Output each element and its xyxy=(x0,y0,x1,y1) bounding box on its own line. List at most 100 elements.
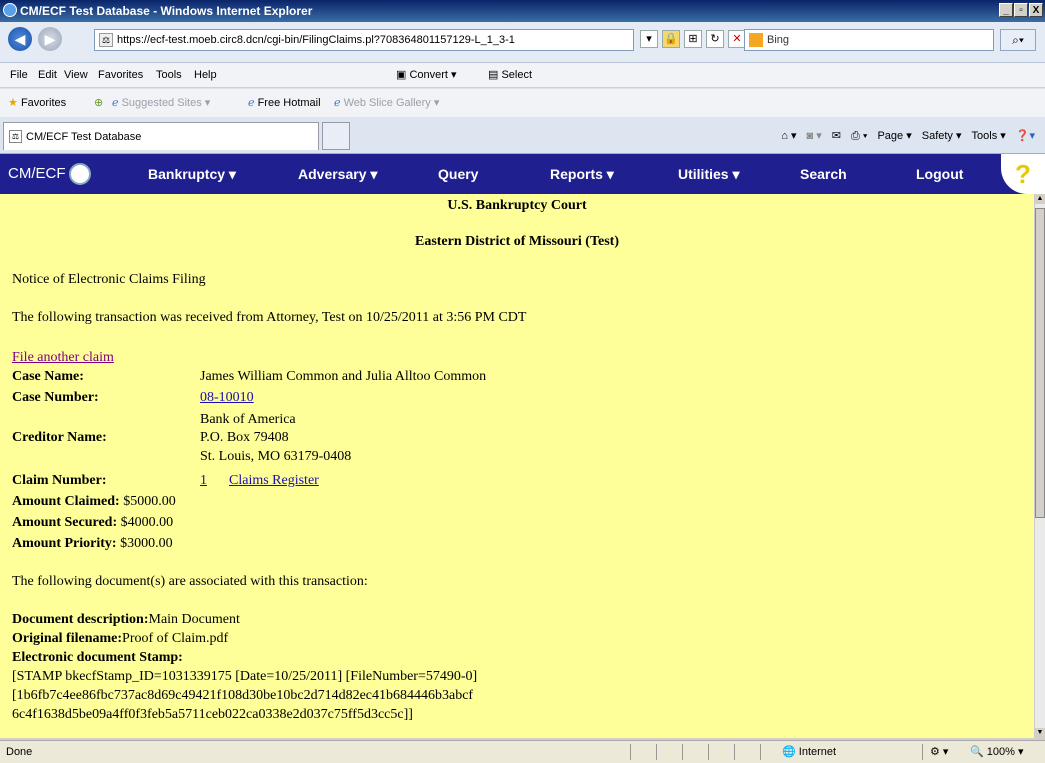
amount-claimed-value: $5000.00 xyxy=(123,494,176,509)
claim-number-link[interactable]: 1 xyxy=(200,473,207,489)
amount-secured-label: Amount Secured: xyxy=(12,515,118,530)
status-divider xyxy=(630,744,631,760)
select-button[interactable]: ▤ Select xyxy=(488,63,532,87)
amount-claimed-label: Amount Claimed: xyxy=(12,494,120,509)
convert-button[interactable]: ▣ Convert ▾ xyxy=(396,63,457,87)
free-hotmail-label: Free Hotmail xyxy=(257,97,321,109)
window-controls: _ ▫ X xyxy=(999,3,1043,17)
refresh-icon[interactable]: ↻ xyxy=(706,30,724,48)
amount-claimed-row: Amount Claimed: $5000.00 xyxy=(12,494,176,510)
scrollbar-thumb[interactable] xyxy=(1035,208,1045,518)
original-filename-row: Original filename:Proof of Claim.pdf xyxy=(12,631,228,647)
amount-secured-row: Amount Secured: $4000.00 xyxy=(12,515,173,531)
ie-icon xyxy=(3,3,17,17)
search-button[interactable]: ⌕▾ xyxy=(1000,29,1036,51)
add-favorite-icon[interactable]: ⊕ xyxy=(94,89,103,117)
amount-priority-label: Amount Priority: xyxy=(12,536,117,551)
favorites-item-free-hotmail[interactable]: ℯ Free Hotmail xyxy=(248,89,321,117)
scroll-up-icon[interactable]: ▲ xyxy=(1035,194,1045,204)
ie-link-icon: ℯ xyxy=(112,97,119,109)
file-another-claim-link[interactable]: File another claim xyxy=(12,350,114,366)
compatibility-icon[interactable]: ⊞ xyxy=(684,30,702,48)
case-number-link[interactable]: 08-10010 xyxy=(200,390,254,406)
menu-help[interactable]: Help xyxy=(194,63,217,87)
vertical-scrollbar[interactable]: ▲ ▼ xyxy=(1034,194,1045,738)
forward-button[interactable]: ▶ xyxy=(38,27,62,51)
page-content: U.S. Bankruptcy Court Eastern District o… xyxy=(0,194,1034,738)
feeds-icon[interactable]: ◙ ▾ xyxy=(807,127,822,145)
nav-reports[interactable]: Reports ▾ xyxy=(550,154,614,194)
url-input[interactable]: ⚖ https://ecf-test.moeb.circ8.dcn/cgi-bi… xyxy=(94,29,634,51)
case-number-label: Case Number: xyxy=(12,390,99,405)
status-divider xyxy=(656,744,657,760)
documents-intro: The following document(s) are associated… xyxy=(12,574,368,589)
nav-adversary[interactable]: Adversary ▾ xyxy=(298,154,377,194)
status-bar: Done 🌐 Internet ⚙ ▾ 🔍 100% ▾ xyxy=(0,740,1045,763)
menu-edit[interactable]: Edit xyxy=(38,63,57,87)
favorites-item-web-slice-gallery[interactable]: ℯ Web Slice Gallery ▾ xyxy=(334,89,439,117)
help-icon[interactable]: ❓▾ xyxy=(1016,127,1035,145)
stamp-line: [STAMP bkecfStamp_ID=1031339175 [Date=10… xyxy=(12,669,478,684)
dropdown-arrow-icon[interactable]: ▾ xyxy=(640,30,658,48)
menu-file[interactable]: File xyxy=(10,63,28,87)
lock-icon[interactable]: 🔒 xyxy=(662,30,680,48)
nav-bankruptcy[interactable]: Bankruptcy ▾ xyxy=(148,154,236,194)
menu-tools[interactable]: Tools xyxy=(156,63,182,87)
nav-logout[interactable]: Logout xyxy=(916,154,963,194)
amount-priority-value: $3000.00 xyxy=(120,536,173,551)
menu-favorites[interactable]: Favorites xyxy=(98,63,143,87)
cmecf-logo: CM/ECF xyxy=(8,154,91,194)
logo-text: CM/ECF xyxy=(8,165,66,182)
url-text: https://ecf-test.moeb.circ8.dcn/cgi-bin/… xyxy=(117,34,515,46)
help-question-icon[interactable]: ? xyxy=(1001,154,1045,194)
district-heading: Eastern District of Missouri (Test) xyxy=(414,234,619,249)
status-divider xyxy=(922,744,923,760)
status-text: Done xyxy=(6,746,33,758)
notice-title: Notice of Electronic Claims Filing xyxy=(12,272,206,287)
page-menu[interactable]: Page ▾ xyxy=(877,127,911,145)
address-bar: ◀ ▶ ⚖ https://ecf-test.moeb.circ8.dcn/cg… xyxy=(0,22,1045,63)
original-filename-label: Original filename: xyxy=(12,631,123,646)
scroll-down-icon[interactable]: ▼ xyxy=(1035,728,1045,738)
nav-utilities[interactable]: Utilities ▾ xyxy=(678,154,739,194)
favorites-button[interactable]: ★ Favorites xyxy=(8,89,66,117)
security-zone: 🌐 Internet xyxy=(782,741,836,763)
mail-icon[interactable]: ✉ xyxy=(832,127,841,145)
logo-seal-icon xyxy=(68,163,91,186)
creditor-line: St. Louis, MO 63179-0408 xyxy=(200,449,352,464)
tools-menu[interactable]: Tools ▾ xyxy=(972,127,1006,145)
favorites-item-suggested-sites[interactable]: ℯ Suggested Sites ▾ xyxy=(112,89,210,117)
star-icon: ★ xyxy=(8,97,18,109)
back-button[interactable]: ◀ xyxy=(8,27,32,51)
minimize-button[interactable]: _ xyxy=(999,3,1013,17)
close-window-button[interactable]: X xyxy=(1029,3,1043,17)
creditor-line: P.O. Box 79408 xyxy=(200,430,289,445)
protected-mode-icon[interactable]: ⚙ ▾ xyxy=(930,741,948,763)
new-tab-button[interactable] xyxy=(322,122,350,150)
transaction-text: The following transaction was received f… xyxy=(12,310,527,325)
tab-cm-ecf-test-database[interactable]: ⚖ CM/ECF Test Database xyxy=(3,122,319,150)
claims-register-link[interactable]: Claims Register xyxy=(229,473,319,489)
window-title-bar: CM/ECF Test Database - Windows Internet … xyxy=(0,0,1045,22)
creditor-name-label: Creditor Name: xyxy=(12,430,107,445)
zoom-control[interactable]: 🔍 100% ▾ xyxy=(970,741,1023,763)
case-name-label: Case Name: xyxy=(12,369,84,384)
maximize-button[interactable]: ▫ xyxy=(1014,3,1028,17)
menu-view[interactable]: View xyxy=(64,63,88,87)
search-placeholder: Bing xyxy=(767,34,790,46)
nav-search[interactable]: Search xyxy=(800,154,847,194)
nav-query[interactable]: Query xyxy=(438,154,478,194)
safety-menu[interactable]: Safety ▾ xyxy=(922,127,962,145)
select-icon: ▤ xyxy=(488,69,502,81)
home-icon[interactable]: ⌂ ▾ xyxy=(781,127,796,145)
print-icon[interactable]: ⎙ ▾ xyxy=(851,127,867,145)
convert-icon: ▣ xyxy=(396,69,410,81)
case-name-value: James William Common and Julia Alltoo Co… xyxy=(200,369,487,384)
tab-label: CM/ECF Test Database xyxy=(26,131,142,143)
tab-bar: ⚖ CM/ECF Test Database ⌂ ▾ ◙ ▾ ✉ ⎙ ▾ Pag… xyxy=(0,117,1045,154)
search-input[interactable]: Bing xyxy=(744,29,994,51)
amount-secured-value: $4000.00 xyxy=(120,515,174,530)
suggested-sites-label: Suggested Sites ▾ xyxy=(121,97,211,109)
stamp-line: 6c4f1638d5be09a4ff0f3feb5a5711ceb022ca03… xyxy=(12,707,413,722)
claim-number-label: Claim Number: xyxy=(12,473,107,488)
